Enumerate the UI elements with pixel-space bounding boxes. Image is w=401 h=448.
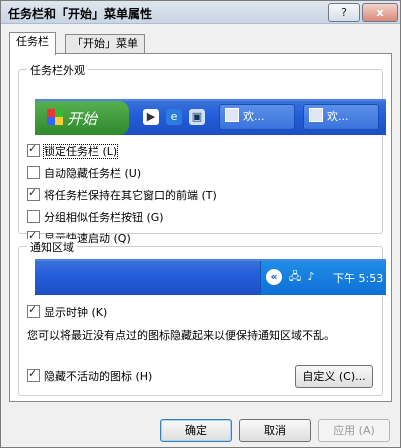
tab-taskbar[interactable]: 任务栏 <box>9 32 56 55</box>
notification-legend: 通知区域 <box>27 239 77 255</box>
media-player-icon: ▶ <box>143 109 159 125</box>
task-button-2: 欢... <box>303 104 379 130</box>
notification-tray: « 🖧 ♪ 下午 5:53 <box>260 261 386 295</box>
tab-panel: 任务栏外观 开始 ▶ e ▣ 欢... 欢... 锁定任务栏 (L) <box>9 53 392 402</box>
tab-start-menu[interactable]: 「开始」菜单 <box>65 34 145 54</box>
window-icon <box>309 108 323 122</box>
volume-icon: ♪ <box>307 270 315 283</box>
checkbox-label: 显示时钟 (K) <box>44 306 108 319</box>
show-desktop-icon: ▣ <box>189 109 205 125</box>
expand-tray-icon: « <box>266 269 282 285</box>
hide-inactive-checkbox[interactable]: 隐藏不活动的图标 (H) <box>27 367 153 384</box>
checkbox-box[interactable] <box>27 186 40 201</box>
task-button-label: 欢... <box>327 110 349 123</box>
internet-explorer-icon: e <box>166 109 182 125</box>
customize-button[interactable]: 自定义 (C)... <box>295 365 373 388</box>
keep-on-top-checkbox[interactable]: 将任务栏保持在其它窗口的前端 (T) <box>27 186 217 203</box>
apply-button[interactable]: 应用 (A) <box>318 419 390 442</box>
checkbox-label: 分组相似任务栏按钮 (G) <box>44 211 164 224</box>
checkbox-label: 自动隐藏任务栏 (U) <box>44 167 142 180</box>
checkbox-box[interactable] <box>27 367 40 382</box>
window-title: 任务栏和「开始」菜单属性 <box>8 7 153 21</box>
window-icon <box>225 108 239 122</box>
close-button[interactable]: x <box>362 3 398 22</box>
cancel-button[interactable]: 取消 <box>239 419 311 442</box>
title-bar[interactable]: 任务栏和「开始」菜单属性 ? x <box>1 1 400 24</box>
tray-clock: 下午 5:53 <box>333 272 384 285</box>
checkbox-box[interactable] <box>27 142 40 157</box>
checkbox-box[interactable] <box>27 166 40 179</box>
checkbox-box[interactable] <box>27 210 40 223</box>
start-button-preview: 开始 <box>35 101 129 135</box>
show-clock-checkbox[interactable]: 显示时钟 (K) <box>27 303 108 320</box>
tray-preview: « 🖧 ♪ 下午 5:53 <box>35 259 386 295</box>
checkbox-label: 隐藏不活动的图标 (H) <box>44 370 153 383</box>
auto-hide-checkbox[interactable]: 自动隐藏任务栏 (U) <box>27 165 141 181</box>
checkbox-box[interactable] <box>27 303 40 318</box>
lock-taskbar-checkbox[interactable]: 锁定任务栏 (L) <box>27 142 119 159</box>
windows-flag-icon <box>47 109 63 125</box>
taskbar-preview: 开始 ▶ e ▣ 欢... 欢... <box>35 99 386 135</box>
task-button-1: 欢... <box>219 104 295 130</box>
start-label: 开始 <box>67 110 98 128</box>
ok-button[interactable]: 确定 <box>160 419 232 442</box>
appearance-legend: 任务栏外观 <box>27 62 88 78</box>
checkbox-label: 将任务栏保持在其它窗口的前端 (T) <box>44 189 217 202</box>
group-buttons-checkbox[interactable]: 分组相似任务栏按钮 (G) <box>27 209 164 225</box>
checkbox-label: 锁定任务栏 (L) <box>42 144 119 159</box>
properties-dialog: 任务栏和「开始」菜单属性 ? x 任务栏 「开始」菜单 任务栏外观 开始 ▶ e… <box>0 0 401 448</box>
network-icon: 🖧 <box>288 270 302 283</box>
appearance-group: 任务栏外观 开始 ▶ e ▣ 欢... 欢... 锁定任务栏 (L) <box>18 62 386 245</box>
notification-group: 通知区域 « 🖧 ♪ 下午 5:53 显示时钟 (K) 您可以将最近没有点过的图… <box>18 239 386 396</box>
task-button-label: 欢... <box>243 110 265 123</box>
help-button[interactable]: ? <box>328 3 360 22</box>
notification-description: 您可以将最近没有点过的图标隐藏起来以便保持通知区域不乱。 <box>27 329 335 342</box>
